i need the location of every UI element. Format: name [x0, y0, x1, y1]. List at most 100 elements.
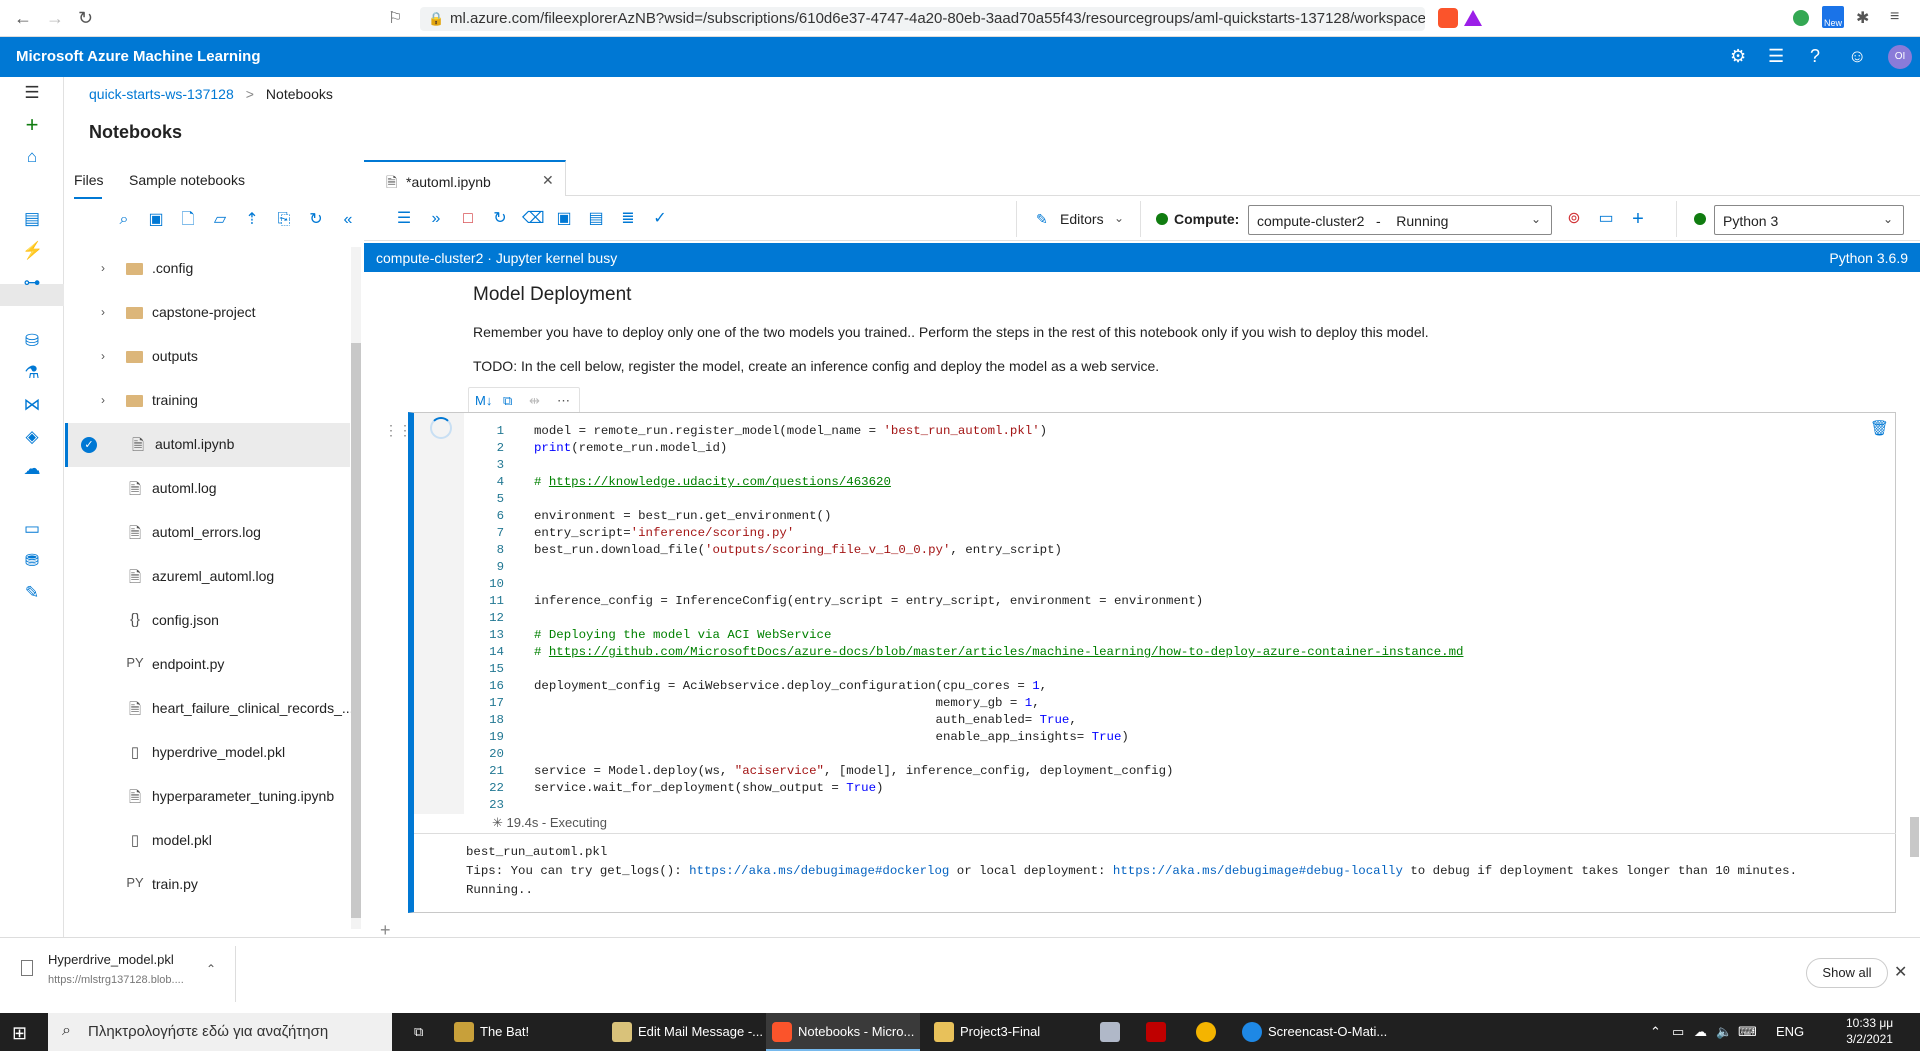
code-line[interactable]: 9 [464, 559, 1463, 576]
chevron-up-icon[interactable]: ⌃ [206, 962, 216, 976]
file-item-train-py[interactable]: PY train.py [65, 863, 350, 907]
dockerlog-link[interactable]: https://aka.ms/debugimage#dockerlog [689, 864, 949, 878]
brave-shield-icon[interactable] [1438, 8, 1458, 28]
notebooks-icon[interactable]: ▤ [22, 209, 42, 229]
code-line[interactable]: 13 # Deploying the model via ACI WebServi… [464, 627, 1463, 644]
notifications-icon[interactable]: ☰ [1768, 46, 1784, 67]
hamburger-menu-icon[interactable]: ☰ [22, 83, 42, 103]
brave-rewards-icon[interactable] [1464, 10, 1482, 26]
endpoints-icon[interactable]: ☁ [22, 459, 42, 479]
app-title[interactable]: Microsoft Azure Machine Learning [16, 48, 260, 65]
taskbar-item-notebooks[interactable]: Notebooks - Micro... [766, 1013, 920, 1051]
code-editor[interactable]: 1 model = remote_run.register_model(model… [464, 423, 1463, 814]
file-item-heart-failure-csv[interactable]: 🗎 heart_failure_clinical_records_... [65, 687, 354, 731]
file-item-endpoint-py[interactable]: PY endpoint.py [65, 643, 350, 687]
open-terminal-icon[interactable]: ▣ [146, 210, 166, 230]
file-item-config-json[interactable]: {} config.json [65, 599, 350, 643]
app-icon-bird[interactable] [1096, 1013, 1124, 1051]
app-icon-chrome[interactable] [1192, 1013, 1220, 1051]
new-file-icon[interactable]: 🗋 [178, 210, 198, 230]
extension-new-icon[interactable]: New [1822, 6, 1844, 28]
cell-select-icon[interactable]: ⧉ [503, 393, 512, 409]
taskbar-item-project3[interactable]: Project3-Final [928, 1013, 1078, 1051]
code-line[interactable]: 12 [464, 610, 1463, 627]
show-all-button[interactable]: Show all [1806, 958, 1888, 988]
create-new-icon[interactable]: + [22, 114, 42, 136]
code-line[interactable]: 22 service.wait_for_deployment(show_outpu… [464, 780, 1463, 797]
upload-icon[interactable]: ⇡ [242, 210, 262, 230]
file-item-automl-log[interactable]: 🗎 automl.log [65, 467, 350, 511]
file-item-azureml-automl-log[interactable]: 🗎 azureml_automl.log [65, 555, 350, 599]
compute-details-icon[interactable]: ▭ [1596, 209, 1616, 229]
clear-output-icon[interactable]: ⌫ [522, 209, 545, 229]
file-item-capstone-project[interactable]: › capstone-project [65, 291, 350, 335]
copy-icon[interactable]: ⎘ [274, 210, 294, 230]
volume-icon[interactable]: 🔈 [1716, 1024, 1732, 1040]
restart-kernel-icon[interactable]: ↻ [490, 209, 510, 229]
pipelines-icon[interactable]: ⋈ [22, 395, 42, 415]
save-icon[interactable]: ▣ [554, 209, 574, 229]
file-item-config[interactable]: › .config [65, 247, 350, 291]
code-line[interactable]: 7 entry_script='inference/scoring.py' [464, 525, 1463, 542]
network-icon[interactable]: ▭ [1672, 1024, 1684, 1040]
back-icon[interactable]: ← [14, 8, 32, 29]
designer-icon[interactable]: ⊶ [22, 273, 42, 293]
code-line[interactable]: 21 service = Model.deploy(ws, "aciservice… [464, 763, 1463, 780]
browser-menu-icon[interactable]: ≡ [1890, 8, 1899, 26]
code-line[interactable]: 5 [464, 491, 1463, 508]
tab-sample-notebooks[interactable]: Sample notebooks [129, 172, 245, 188]
avatar[interactable]: OI [1888, 45, 1912, 69]
code-line[interactable]: 11 inference_config = InferenceConfig(ent… [464, 593, 1463, 610]
extensions-puzzle-icon[interactable]: ✱ [1856, 8, 1869, 28]
code-line[interactable]: 16 deployment_config = AciWebservice.depl… [464, 678, 1463, 695]
automated-ml-icon[interactable]: ⚡ [22, 241, 43, 261]
feedback-smiley-icon[interactable]: ☺ [1848, 46, 1866, 67]
file-item-automl-errors-log[interactable]: 🗎 automl_errors.log [65, 511, 350, 555]
compute-select[interactable]: compute-cluster2 - Running ⌄ [1248, 205, 1552, 235]
code-line[interactable]: 23 [464, 797, 1463, 814]
forward-icon[interactable]: → [46, 8, 64, 29]
code-line[interactable]: 18 auth_enabled= True, [464, 712, 1463, 729]
more-options-icon[interactable]: ⋯ [557, 393, 570, 409]
tab-files[interactable]: Files [74, 172, 104, 188]
code-line[interactable]: 14 # https://github.com/MicrosoftDocs/azu… [464, 644, 1463, 661]
refresh-icon[interactable]: ↻ [306, 210, 326, 230]
table-of-contents-icon[interactable]: ☰ [394, 209, 414, 229]
app-icon-filezilla[interactable] [1142, 1013, 1170, 1051]
datasets-icon[interactable]: ⛁ [22, 331, 42, 351]
close-icon[interactable]: ✕ [1894, 962, 1907, 982]
download-item[interactable]: Hyperdrive_model.pkl https://mlstrg13712… [18, 946, 236, 1002]
taskbar-item-the-bat[interactable]: The Bat! [448, 1013, 598, 1051]
terminal-icon[interactable]: ▤ [586, 209, 606, 229]
code-cell[interactable]: 1 model = remote_run.register_model(model… [408, 412, 1896, 913]
file-item-automl-ipynb[interactable]: ✓ 🗎 automl.ipynb [65, 423, 350, 467]
chevron-right-icon[interactable]: › [101, 349, 105, 363]
extension-green-icon[interactable] [1793, 10, 1809, 26]
chevron-right-icon[interactable]: › [101, 305, 105, 319]
code-line[interactable]: 3 [464, 457, 1463, 474]
models-icon[interactable]: ◈ [22, 427, 42, 447]
code-line[interactable]: 8 best_run.download_file('outputs/scoring… [464, 542, 1463, 559]
add-compute-icon[interactable]: + [1628, 209, 1648, 229]
delete-cell-icon[interactable]: 🗑 [1870, 419, 1889, 437]
home-icon[interactable]: ⌂ [22, 147, 42, 167]
file-item-model-pkl[interactable]: ▯ model.pkl [65, 819, 350, 863]
taskbar-search[interactable]: ⌕ Πληκτρολογήστε εδώ για αναζήτηση [48, 1013, 392, 1051]
help-icon[interactable]: ? [1810, 46, 1820, 67]
clock[interactable]: 10:33 μμ 3/2/2021 [1846, 1015, 1893, 1047]
chevron-right-icon[interactable]: › [101, 393, 105, 407]
notebook-scrollbar-thumb[interactable] [1910, 817, 1919, 857]
run-all-icon[interactable]: » [426, 209, 446, 229]
code-line[interactable]: 19 enable_app_insights= True) [464, 729, 1463, 746]
settings-gear-icon[interactable]: ⚙ [1730, 46, 1746, 67]
onedrive-icon[interactable]: ☁ [1694, 1024, 1707, 1040]
editors-dropdown[interactable]: ✎ Editors ⌄ [1024, 205, 1132, 233]
tab-automl-ipynb[interactable]: 🗎 *automl.ipynb ✕ [364, 160, 566, 196]
file-item-hyperparameter-tuning-ipynb[interactable]: 🗎 hyperparameter_tuning.ipynb [65, 775, 350, 819]
add-cell-icon[interactable]: + [380, 920, 391, 937]
file-panel-scrollbar-thumb[interactable] [351, 343, 361, 918]
keyboard-icon[interactable]: ⌨ [1738, 1024, 1757, 1040]
address-bar[interactable]: 🔒 ml.azure.com/fileexplorerAzNB?wsid=/sub… [420, 7, 1425, 31]
code-line[interactable]: 20 [464, 746, 1463, 763]
file-item-training[interactable]: › training [65, 379, 350, 423]
